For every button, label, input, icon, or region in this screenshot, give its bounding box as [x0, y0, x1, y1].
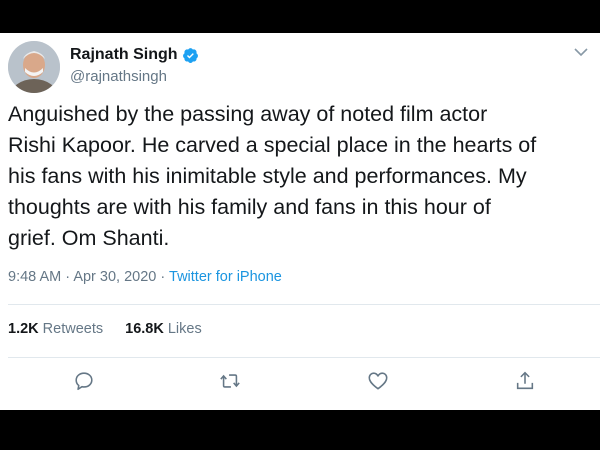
tweet-time[interactable]: 9:48 AM	[8, 269, 61, 285]
tweet-stats: 1.2K Retweets 16.8K Likes	[8, 321, 202, 337]
display-name[interactable]: Rajnath Singh	[70, 46, 199, 64]
tweet-text: Anguished by the passing away of noted f…	[8, 102, 537, 250]
retweets-stat[interactable]: 1.2K Retweets	[8, 321, 103, 337]
meta-separator-2: ·	[160, 269, 166, 285]
divider	[8, 357, 600, 358]
share-button[interactable]	[514, 370, 536, 392]
likes-stat[interactable]: 16.8K Likes	[125, 321, 202, 337]
tweet-date[interactable]: Apr 30, 2020	[73, 269, 156, 285]
display-name-text: Rajnath Singh	[70, 46, 178, 63]
heart-icon	[368, 372, 388, 390]
avatar-image	[8, 41, 60, 93]
reply-button[interactable]	[73, 370, 95, 392]
likes-label: Likes	[167, 321, 202, 337]
chevron-down-icon[interactable]	[574, 47, 588, 57]
tweet-card: Rajnath Singh @rajnathsingh Anguished by…	[0, 33, 600, 410]
retweet-icon	[220, 374, 240, 388]
user-handle[interactable]: @rajnathsingh	[70, 68, 167, 85]
tweet-meta: 9:48 AM · Apr 30, 2020 · Twitter for iPh…	[8, 269, 282, 285]
retweet-button[interactable]	[219, 370, 241, 392]
like-button[interactable]	[367, 370, 389, 392]
tweet-source-link[interactable]: Twitter for iPhone	[169, 269, 282, 285]
likes-count: 16.8K	[125, 321, 164, 337]
avatar[interactable]	[8, 41, 60, 93]
retweets-label: Retweets	[42, 321, 104, 337]
divider	[8, 304, 600, 305]
meta-separator: ·	[65, 269, 71, 285]
retweets-count: 1.2K	[8, 321, 39, 337]
share-icon	[516, 371, 534, 390]
reply-icon	[75, 372, 93, 391]
verified-badge-icon	[182, 47, 199, 64]
